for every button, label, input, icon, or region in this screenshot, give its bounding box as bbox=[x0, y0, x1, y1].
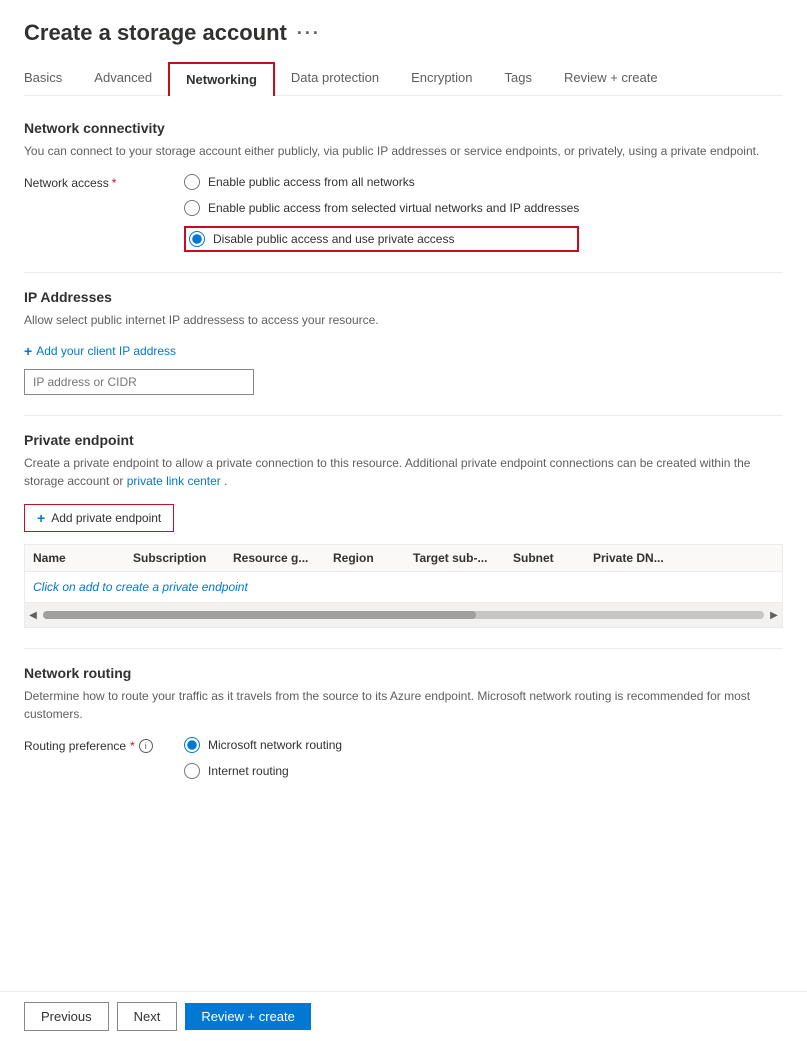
scroll-thumb bbox=[43, 611, 476, 619]
page-title: Create a storage account bbox=[24, 20, 287, 46]
routing-preference-field: Routing preference * i Microsoft network… bbox=[24, 737, 783, 779]
previous-button[interactable]: Previous bbox=[24, 1002, 109, 1031]
network-connectivity-section: Network connectivity You can connect to … bbox=[24, 120, 783, 252]
tab-advanced[interactable]: Advanced bbox=[78, 62, 168, 95]
network-connectivity-desc: You can connect to your storage account … bbox=[24, 142, 783, 160]
network-radio-selected[interactable] bbox=[184, 200, 200, 216]
private-endpoint-desc: Create a private endpoint to allow a pri… bbox=[24, 454, 783, 490]
footer: Previous Next Review + create bbox=[0, 991, 807, 1041]
plus-icon: + bbox=[24, 343, 32, 359]
table-header: Name Subscription Resource g... Region T… bbox=[25, 545, 782, 572]
scroll-left-arrow[interactable]: ◀ bbox=[25, 607, 41, 623]
review-create-button[interactable]: Review + create bbox=[185, 1003, 311, 1030]
add-client-ip-link[interactable]: + Add your client IP address bbox=[24, 343, 783, 359]
ip-addresses-section: IP Addresses Allow select public interne… bbox=[24, 289, 783, 395]
tab-data-protection[interactable]: Data protection bbox=[275, 62, 395, 95]
col-target-sub: Target sub-... bbox=[413, 551, 513, 565]
private-link-center-link[interactable]: private link center bbox=[127, 474, 221, 488]
col-subscription: Subscription bbox=[133, 551, 233, 565]
next-button[interactable]: Next bbox=[117, 1002, 178, 1031]
network-option-all[interactable]: Enable public access from all networks bbox=[184, 174, 579, 190]
routing-option-internet[interactable]: Internet routing bbox=[184, 763, 342, 779]
private-endpoint-section: Private endpoint Create a private endpoi… bbox=[24, 432, 783, 628]
tab-encryption[interactable]: Encryption bbox=[395, 62, 488, 95]
network-option-disable[interactable]: Disable public access and use private ac… bbox=[184, 226, 579, 252]
routing-info-icon[interactable]: i bbox=[139, 739, 153, 753]
network-routing-desc: Determine how to route your traffic as i… bbox=[24, 687, 783, 723]
network-routing-title: Network routing bbox=[24, 665, 783, 681]
col-resource-group: Resource g... bbox=[233, 551, 333, 565]
tab-bar: Basics Advanced Networking Data protecti… bbox=[24, 62, 783, 96]
plus-icon: + bbox=[37, 510, 45, 526]
tab-review-create[interactable]: Review + create bbox=[548, 62, 674, 95]
network-access-options: Enable public access from all networks E… bbox=[184, 174, 579, 252]
scroll-track bbox=[43, 611, 764, 619]
routing-radio-internet[interactable] bbox=[184, 763, 200, 779]
page-title-dots: ··· bbox=[297, 23, 321, 44]
routing-radio-microsoft[interactable] bbox=[184, 737, 200, 753]
routing-options: Microsoft network routing Internet routi… bbox=[184, 737, 342, 779]
table-scrollbar[interactable]: ◀ ▶ bbox=[25, 602, 782, 627]
tab-tags[interactable]: Tags bbox=[489, 62, 548, 95]
network-option-selected[interactable]: Enable public access from selected virtu… bbox=[184, 200, 579, 216]
private-endpoint-table: Name Subscription Resource g... Region T… bbox=[24, 544, 783, 628]
table-empty-message: Click on add to create a private endpoin… bbox=[25, 572, 782, 602]
col-name: Name bbox=[33, 551, 133, 565]
tab-basics[interactable]: Basics bbox=[24, 62, 78, 95]
network-routing-section: Network routing Determine how to route y… bbox=[24, 665, 783, 779]
ip-addresses-title: IP Addresses bbox=[24, 289, 783, 305]
routing-option-microsoft[interactable]: Microsoft network routing bbox=[184, 737, 342, 753]
ip-addresses-desc: Allow select public internet IP addresse… bbox=[24, 311, 783, 329]
col-region: Region bbox=[333, 551, 413, 565]
scroll-right-arrow[interactable]: ▶ bbox=[766, 607, 782, 623]
tab-networking[interactable]: Networking bbox=[168, 62, 275, 96]
network-access-label: Network access * bbox=[24, 174, 184, 190]
network-connectivity-title: Network connectivity bbox=[24, 120, 783, 136]
add-private-endpoint-button[interactable]: + Add private endpoint bbox=[24, 504, 174, 532]
network-radio-all[interactable] bbox=[184, 174, 200, 190]
col-private-dns: Private DN... bbox=[593, 551, 673, 565]
ip-address-input[interactable] bbox=[24, 369, 254, 395]
private-endpoint-title: Private endpoint bbox=[24, 432, 783, 448]
col-subnet: Subnet bbox=[513, 551, 593, 565]
network-radio-disable[interactable] bbox=[189, 231, 205, 247]
routing-preference-label: Routing preference * i bbox=[24, 737, 184, 753]
network-access-field: Network access * Enable public access fr… bbox=[24, 174, 783, 252]
